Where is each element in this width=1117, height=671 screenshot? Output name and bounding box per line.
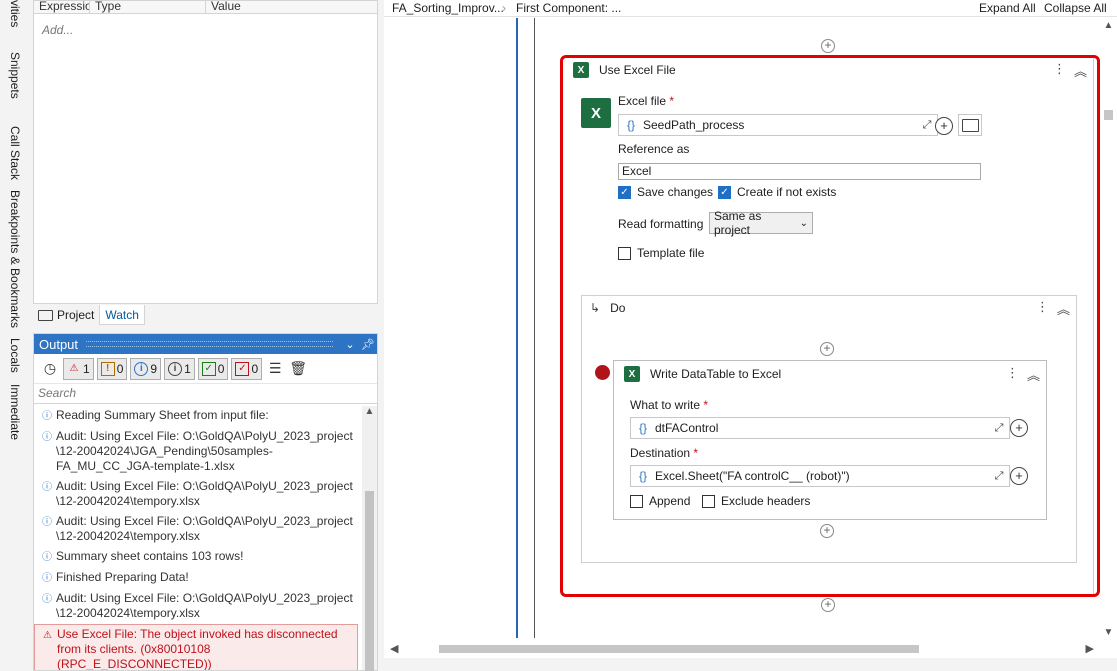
list-filter-icon[interactable]: ☰ — [265, 359, 285, 379]
tab-breakpoints-bookmarks[interactable]: Breakpoints & Bookmarks — [8, 190, 22, 328]
log-text: Audit: Using Excel File: O:\GoldQA\PolyU… — [56, 429, 353, 473]
chevron-right-icon: › — [502, 1, 506, 15]
log-entry[interactable]: ⓘ Summary sheet contains 103 rows! — [34, 547, 362, 568]
pin-icon[interactable]: 📌︎ — [359, 338, 377, 351]
log-entry[interactable]: ⓘ Audit: Using Excel File: O:\GoldQA\Poly… — [34, 512, 362, 547]
output-log-list: ⓘ Reading Summary Sheet from input file: … — [34, 406, 362, 670]
info-icon: ⓘ — [42, 594, 52, 605]
log-text: Use Excel File: The object invoked has d… — [57, 627, 338, 670]
log-entry[interactable]: ⓘ Audit: Using Excel File: O:\GoldQA\Poly… — [34, 427, 362, 477]
info-icon: ⓘ — [42, 432, 52, 443]
log-text: Summary sheet contains 103 rows! — [56, 549, 244, 563]
tab-call-stack[interactable]: Call Stack — [8, 126, 22, 180]
tab-snippets[interactable]: Snippets — [8, 52, 22, 99]
designer-vertical-scrollbar[interactable]: ▲ ▼ — [1100, 18, 1117, 640]
scroll-thumb[interactable] — [439, 645, 919, 653]
log-text: Audit: Using Excel File: O:\GoldQA\PolyU… — [56, 479, 353, 508]
sequence-border — [534, 18, 535, 638]
expand-all-button[interactable]: Expand All — [979, 0, 1036, 16]
trash-icon[interactable]: 🗑︎ — [288, 359, 308, 379]
tab-locals[interactable]: Locals — [8, 338, 22, 373]
info-icon: ⓘ — [42, 552, 52, 563]
tab-watch[interactable]: Watch — [99, 305, 145, 325]
scroll-right-icon[interactable]: ▶ — [1086, 642, 1094, 655]
warning-icon: ! — [100, 361, 115, 376]
output-panel: Output ⌄ 📌︎ ◷ ⚠ 1 ! 0 i 9 i 1 ✓ 0 ✓ 0 ☰ — [33, 333, 378, 671]
log-entry[interactable]: ⓘ Finished Preparing Data! — [34, 568, 362, 589]
scroll-up-icon[interactable]: ▲ — [362, 406, 377, 417]
info-icon: ⓘ — [42, 517, 52, 528]
collapse-all-button[interactable]: Collapse All — [1044, 0, 1107, 16]
trace-count: 1 — [184, 361, 191, 376]
tab-activities[interactable]: Activities — [8, 0, 22, 27]
log-entry-error[interactable]: ⚠ Use Excel File: The object invoked has … — [34, 624, 358, 670]
status-bar — [384, 658, 1117, 671]
scroll-thumb[interactable] — [1104, 110, 1113, 120]
tab-watch-label: Watch — [105, 307, 139, 322]
output-title: Output — [39, 336, 79, 352]
panel-tabs: Project Watch — [33, 304, 378, 326]
error-triangle-icon: ⚠ — [43, 630, 52, 641]
clock-icon[interactable]: ◷ — [40, 359, 60, 379]
tab-immediate[interactable]: Immediate — [8, 384, 22, 440]
trace-icon: i — [168, 361, 183, 376]
verify-count: 0 — [251, 361, 259, 376]
log-entry[interactable]: ⓘ Audit: Using Excel File: O:\GoldQA\Poly… — [34, 589, 362, 624]
info-count: 9 — [150, 361, 158, 376]
check-icon: ✓ — [201, 361, 216, 376]
error-highlight-frame — [560, 55, 1100, 597]
error-triangle-icon: ⚠ — [69, 363, 79, 374]
breadcrumb-item[interactable]: FA_Sorting_Improv... — [392, 0, 504, 16]
workflow-designer: FA_Sorting_Improv... › First Component: … — [384, 0, 1117, 671]
filter-verify-button[interactable]: ✓ 0 — [231, 357, 263, 380]
designer-canvas[interactable]: + X Use Excel File ⋮ ︽ X Excel file * {}… — [384, 18, 1100, 640]
filter-success-button[interactable]: ✓ 0 — [197, 357, 229, 380]
folder-icon — [38, 309, 53, 321]
scroll-left-icon[interactable]: ◀ — [390, 642, 398, 655]
filter-info-button[interactable]: i 9 — [130, 357, 162, 380]
info-icon: i — [134, 361, 149, 376]
log-entry[interactable]: ⓘ Audit: Using Excel File: O:\GoldQA\Poly… — [34, 477, 362, 512]
column-expression[interactable]: Expression — [34, 1, 90, 13]
log-text: Audit: Using Excel File: O:\GoldQA\PolyU… — [56, 514, 353, 543]
verify-check-icon: ✓ — [235, 361, 250, 376]
add-activity-button[interactable]: + — [821, 598, 835, 612]
info-icon: ⓘ — [42, 573, 52, 584]
watch-grid-header: Expression Type Value — [34, 1, 377, 14]
log-text: Reading Summary Sheet from input file: — [56, 408, 269, 422]
drag-grip[interactable] — [86, 341, 333, 347]
breadcrumb-item[interactable]: First Component: ... — [516, 0, 621, 16]
filter-trace-button[interactable]: i 1 — [164, 357, 195, 380]
add-watch-placeholder[interactable]: Add... — [34, 14, 377, 46]
log-text: Audit: Using Excel File: O:\GoldQA\PolyU… — [56, 591, 353, 620]
column-type[interactable]: Type — [90, 1, 206, 13]
tab-project-label: Project — [57, 308, 95, 322]
errors-count: 1 — [83, 361, 90, 376]
add-activity-button[interactable]: + — [821, 39, 835, 53]
breadcrumb: FA_Sorting_Improv... › First Component: … — [384, 0, 1117, 17]
success-count: 0 — [217, 361, 225, 376]
output-search-input[interactable]: Search — [34, 384, 377, 404]
info-icon: ⓘ — [42, 482, 52, 493]
sequence-indicator — [516, 18, 518, 638]
chevron-down-icon[interactable]: ⌄ — [341, 338, 359, 351]
watch-grid: Expression Type Value Add... — [33, 0, 378, 304]
output-toolbar: ◷ ⚠ 1 ! 0 i 9 i 1 ✓ 0 ✓ 0 ☰ 🗑︎ — [34, 354, 377, 384]
scroll-up-icon[interactable]: ▲ — [1100, 20, 1117, 31]
filter-warnings-button[interactable]: ! 0 — [96, 357, 128, 380]
log-entry[interactable]: ⓘ Reading Summary Sheet from input file: — [34, 406, 362, 427]
output-scrollbar[interactable]: ▲ — [362, 406, 377, 671]
tab-project[interactable]: Project — [33, 305, 99, 325]
scroll-down-icon[interactable]: ▼ — [1100, 627, 1117, 638]
scroll-thumb[interactable] — [365, 491, 374, 671]
info-icon: ⓘ — [42, 411, 52, 422]
left-tool-strip: Activities Snippets Call Stack Breakpoin… — [0, 0, 33, 671]
output-titlebar: Output ⌄ 📌︎ — [34, 334, 377, 354]
column-value[interactable]: Value — [206, 1, 377, 13]
designer-horizontal-scrollbar[interactable]: ◀ ▶ — [384, 640, 1100, 658]
warnings-count: 0 — [116, 361, 124, 376]
log-text: Finished Preparing Data! — [56, 570, 189, 584]
filter-errors-button[interactable]: ⚠ 1 — [63, 357, 94, 380]
